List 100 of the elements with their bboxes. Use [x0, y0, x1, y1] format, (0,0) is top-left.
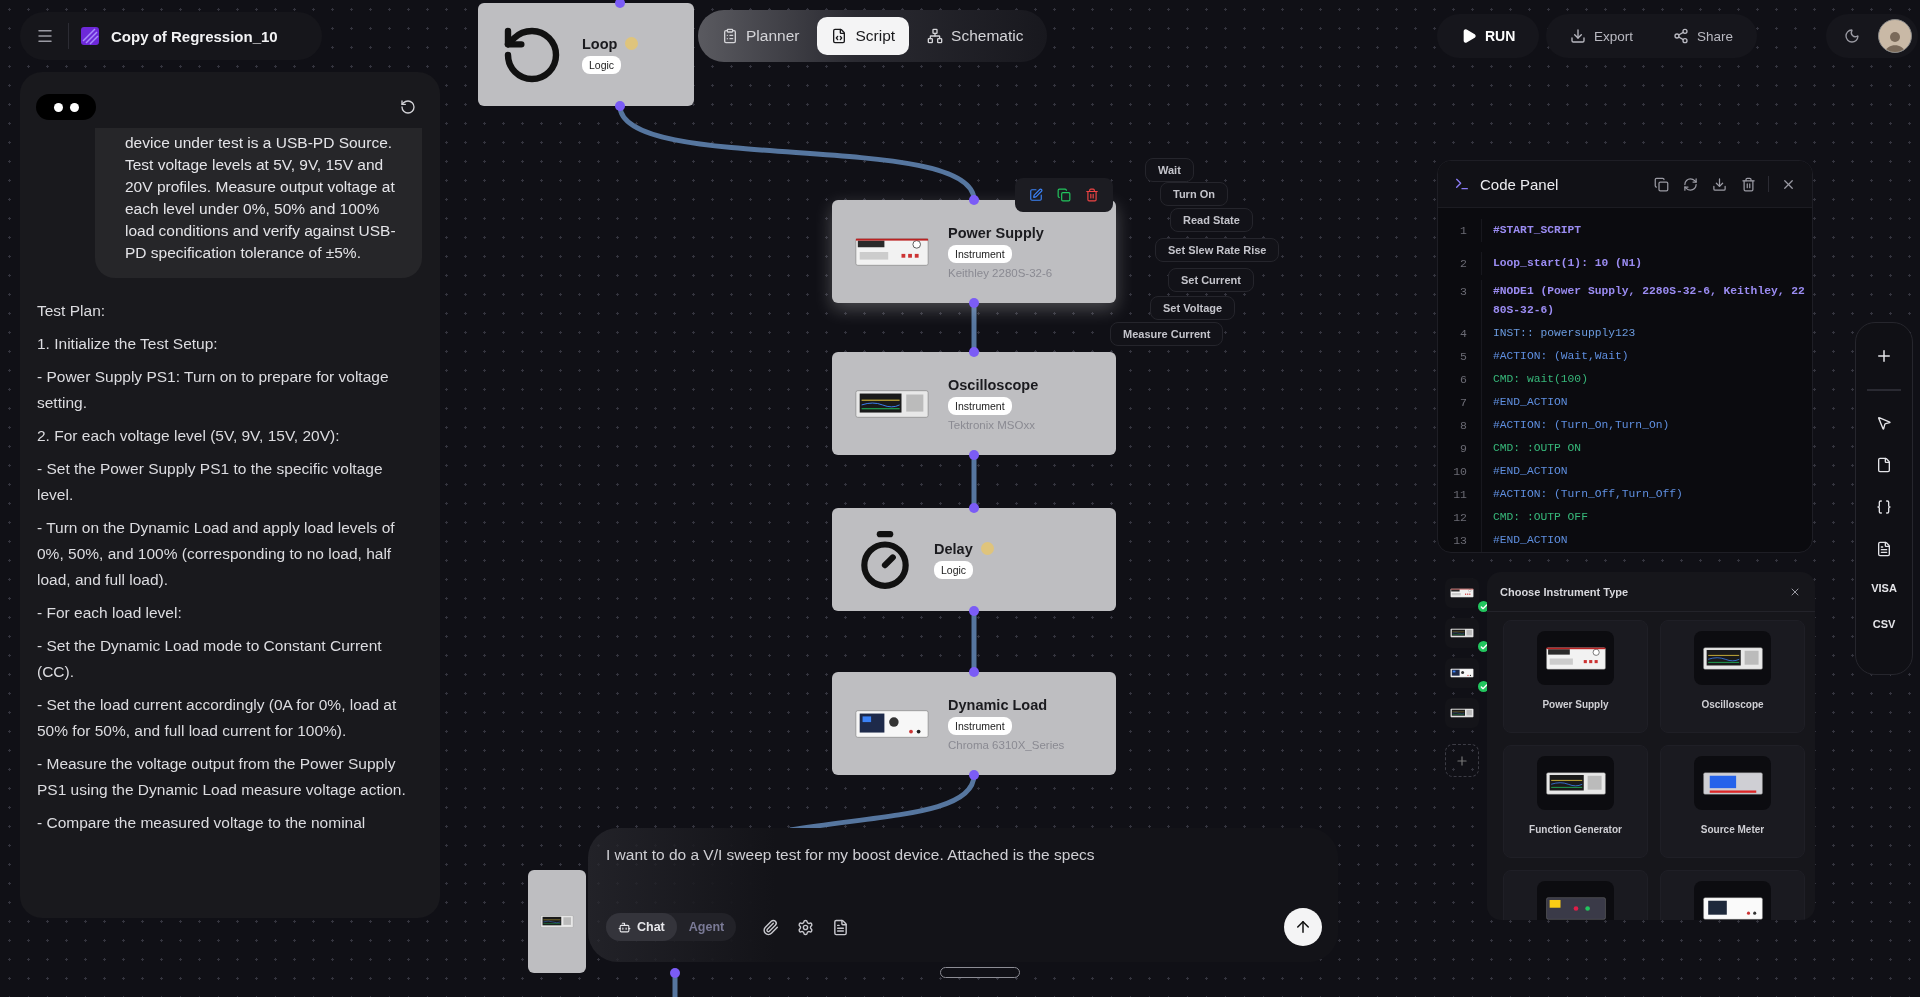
action-chip[interactable]: Set Voltage [1150, 296, 1236, 320]
line-number: 2 [1438, 252, 1482, 275]
instrument-option[interactable]: Power Supply [1503, 620, 1648, 733]
action-chip[interactable]: Turn On [1160, 182, 1228, 206]
refresh-icon[interactable] [398, 97, 418, 117]
code-line: #ACTION: (Turn_On,Turn_On) [1492, 418, 1671, 433]
connector-handle[interactable] [615, 101, 625, 111]
instrument-drawing [1450, 627, 1474, 639]
code-line: #END_ACTION [1492, 533, 1569, 548]
moon-icon[interactable] [1842, 26, 1862, 46]
plus-icon [1455, 753, 1469, 768]
code-line: #ACTION: (Wait,Wait) [1492, 349, 1630, 364]
line-number: 5 [1438, 345, 1482, 368]
format-button[interactable]: CSV [1866, 617, 1902, 631]
code-line: #END_ACTION [1492, 464, 1569, 479]
plan-text: - Turn on the Dynamic Load and apply load levels of 0%, 50%, and 100% (corresponding to no load, half load, and full load). [37, 518, 396, 590]
action-chip[interactable]: Set Slew Rate Rise [1155, 238, 1280, 262]
instrument-option[interactable]: Function Generator [1503, 745, 1648, 858]
play-icon [1461, 28, 1477, 44]
instrument-slot[interactable] [1445, 658, 1489, 692]
message-field[interactable]: I want to do a V/I sweep test for my boost device. Attached is the specs [606, 846, 1322, 864]
instrument-option[interactable]: Source Meter [1660, 745, 1805, 858]
code-line: CMD: wait(100) [1492, 372, 1589, 387]
connector-handle[interactable] [969, 606, 979, 616]
line-number: 1 [1438, 219, 1482, 242]
connector-handle[interactable] [969, 450, 979, 460]
instrument-option[interactable]: Oscilloscope [1660, 620, 1805, 733]
robot-icon [618, 920, 631, 934]
node-tag: Instrument [948, 716, 1012, 735]
line-number: 10 [1438, 460, 1482, 483]
connector-handle[interactable] [969, 298, 979, 308]
delete-icon[interactable] [1083, 186, 1101, 204]
node-tag: Logic [582, 55, 622, 74]
connector-handle[interactable] [969, 667, 979, 677]
run-button[interactable]: RUN [1455, 27, 1522, 45]
edit-icon[interactable] [1027, 186, 1045, 204]
node-tag: Instrument [948, 396, 1012, 415]
action-chip[interactable]: Measure Current [1110, 322, 1224, 346]
plan-text: - Set the load current accordingly (0A for 0%, load at 50% for 50%, and full load current for 100%). [37, 695, 398, 741]
instrument-drawing [1450, 667, 1474, 679]
export-button[interactable]: Export [1564, 27, 1640, 45]
canvas-node[interactable]: Loop Logic [478, 3, 694, 106]
view-tab[interactable]: Schematic [913, 17, 1038, 55]
instrument-drawing [540, 913, 574, 930]
canvas-node[interactable]: Delay Logic [832, 508, 1116, 611]
line-number: 4 [1438, 322, 1482, 345]
code-line: CMD: :OUTP ON [1492, 441, 1583, 456]
terminal-icon [1454, 176, 1470, 192]
instrument-drawing [1450, 587, 1474, 599]
node-tag: Logic [934, 560, 974, 579]
share-button[interactable]: Share [1667, 27, 1740, 45]
plan-text: 2. For each voltage level (5V, 9V, 15V, 20V): [37, 426, 341, 446]
connector-handle[interactable] [969, 195, 979, 205]
connector-handle[interactable] [615, 0, 625, 8]
code-line: #NODE1 (Power Supply, 2280S-32-6, Keithley, 2280S-32-6) [1492, 284, 1806, 318]
tab-icon [927, 28, 944, 44]
line-number: 3 [1438, 280, 1482, 322]
picker-title: Choose Instrument Type [1500, 585, 1629, 598]
code-line: Loop_start(1): 10 (N1) [1492, 256, 1644, 271]
plan-text: - Compare the measured voltage to the nominal [37, 813, 367, 833]
code-line: #ACTION: (Turn_Off,Turn_Off) [1492, 487, 1684, 502]
project-title: Copy of Regression_10 [111, 27, 278, 45]
copy-icon[interactable] [1055, 186, 1073, 204]
node-title: Oscilloscope [948, 376, 1039, 393]
line-number: 9 [1438, 437, 1482, 460]
action-chip[interactable]: Set Current [1168, 268, 1254, 292]
view-tab[interactable]: Script [817, 17, 910, 55]
plan-text: - Set the Dynamic Load mode to Constant Current (CC). [37, 636, 383, 682]
line-number: 12 [1438, 506, 1482, 529]
connector-handle[interactable] [969, 770, 979, 780]
user-message: device under test is a USB-PD Source. Test voltage levels at 5V, 9V, 15V and 20V profiles. Measure output voltage at each level under 0%, 50% and 100% load conditions and verify against USB-PD specification tolerance of ±5%. [95, 128, 422, 278]
mode-toggle[interactable]: Chat [606, 913, 677, 941]
connector-handle[interactable] [969, 503, 979, 513]
instrument-slot[interactable] [1445, 618, 1489, 652]
line-number: 7 [1438, 391, 1482, 414]
tab-icon [722, 28, 738, 44]
action-chip[interactable]: Wait [1145, 158, 1194, 182]
send-button[interactable] [1284, 908, 1322, 946]
plan-text: Test Plan: [37, 301, 107, 321]
plan-text: - For each load level: [37, 603, 183, 623]
view-tab[interactable]: Planner [708, 17, 814, 55]
panel-title: Code Panel [1480, 175, 1560, 193]
avatar[interactable] [1878, 19, 1912, 53]
line-number: 6 [1438, 368, 1482, 391]
connector-handle[interactable] [969, 347, 979, 357]
share-icon [1673, 28, 1690, 44]
node-tag: Instrument [948, 244, 1012, 263]
node-title: Power Supply [948, 224, 1044, 241]
plan-text: - Set the Power Supply PS1 to the specific voltage level. [37, 459, 384, 505]
instrument-slot[interactable] [1445, 578, 1489, 612]
node-title: Dynamic Load [948, 696, 1048, 713]
connector-handle[interactable] [670, 968, 680, 978]
canvas-node[interactable] [528, 870, 586, 973]
line-number: 11 [1438, 483, 1482, 506]
action-chip[interactable]: Read State [1170, 208, 1253, 232]
logo-icon [81, 27, 99, 45]
format-button[interactable]: VISA [1865, 581, 1903, 595]
typing-indicator [36, 94, 96, 120]
code-line: INST:: powersupply123 [1492, 326, 1637, 341]
code-line: CMD: :OUTP OFF [1492, 510, 1589, 525]
